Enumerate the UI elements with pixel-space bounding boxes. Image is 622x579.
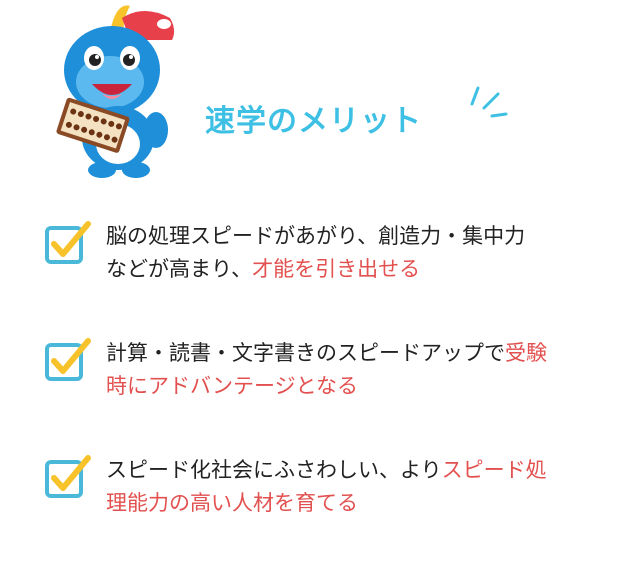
benefit-3-line-1-plain: スピード化社会にふさわしい、より [106,458,442,482]
benefit-3-line-1-highlight: スピード処 [441,458,547,482]
benefit-2-line-1-plain: 計算・読書・文字書きのスピードアップで [106,341,505,365]
checkbox-checked-icon [45,455,91,498]
benefit-1-line-2-highlight: 才能を引き出せる [252,257,421,281]
benefit-text-1: 脳の処理スピードがあがり、創造力・集中力 などが高まり、才能を引き出せる [106,220,586,286]
benefit-1-line-1: 脳の処理スピードがあがり、創造力・集中力 [106,224,526,248]
section-heading: 速学のメリット [205,104,422,139]
benefit-text-3: スピード化社会にふさわしい、よりスピード処 理能力の高い人材を育てる [106,454,586,520]
sparkle-icon [470,86,508,118]
checkbox-checked-icon [45,221,91,264]
benefit-text-2: 計算・読書・文字書きのスピードアップで受験 時にアドバンテージとなる [106,337,586,403]
benefit-2-line-1-highlight: 受験 [505,341,547,365]
mascot-icon [56,5,175,178]
benefit-2-line-2-highlight: 時にアドバンテージとなる [106,374,358,398]
benefit-1-line-2-plain: などが高まり、 [106,257,253,281]
benefit-3-line-2-highlight: 理能力の高い人材を育てる [106,491,358,515]
checkbox-checked-icon [45,338,91,381]
